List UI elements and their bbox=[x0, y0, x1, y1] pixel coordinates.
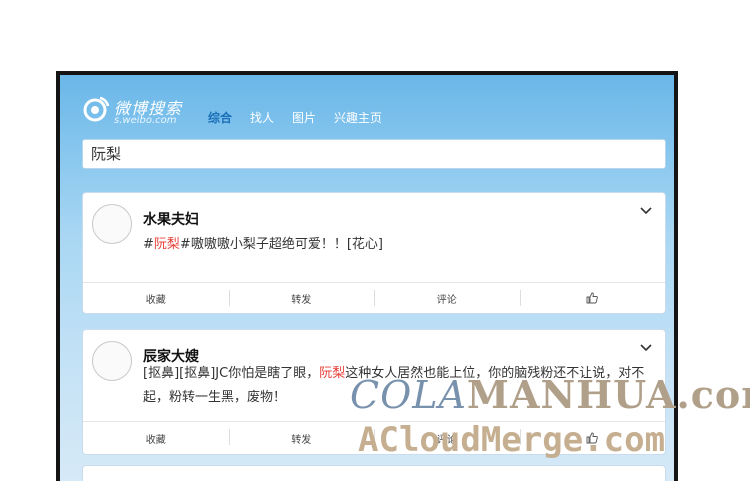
avatar[interactable] bbox=[92, 341, 132, 381]
watermark-acloudmerge: ACloudMerge.com bbox=[358, 420, 666, 460]
chevron-down-icon[interactable] bbox=[639, 340, 653, 354]
chevron-down-icon[interactable] bbox=[639, 203, 653, 217]
repost-button[interactable]: 转发 bbox=[228, 422, 375, 454]
watermark-colamanhua: COLAMANHUA.com bbox=[350, 372, 750, 417]
post-author[interactable]: 水果夫妇 bbox=[143, 209, 199, 229]
like-button[interactable] bbox=[519, 283, 666, 313]
post-content: #阮梨#嗷嗷嗷小梨子超绝可爱！！[花心] bbox=[143, 233, 648, 257]
comment-button[interactable]: 评论 bbox=[374, 283, 520, 313]
tab-find-people[interactable]: 找人 bbox=[250, 109, 274, 126]
logo-url: s.weibo.com bbox=[114, 115, 177, 126]
tab-interest-pages[interactable]: 兴趣主页 bbox=[334, 109, 382, 126]
weibo-eye-logo-icon bbox=[83, 96, 110, 122]
thumbs-up-icon bbox=[586, 292, 599, 304]
repost-button[interactable]: 转发 bbox=[228, 283, 375, 313]
tab-images[interactable]: 图片 bbox=[292, 109, 316, 126]
post-text-segment: #嗷嗷嗷小梨子超绝可爱！！[花心] bbox=[179, 237, 383, 252]
tab-comprehensive[interactable]: 综合 bbox=[208, 109, 232, 126]
keyword-highlight[interactable]: 阮梨 bbox=[319, 366, 345, 381]
weibo-search-logo[interactable]: 微博搜索 s.weibo.com bbox=[82, 93, 192, 129]
avatar[interactable] bbox=[92, 204, 132, 244]
collect-button[interactable]: 收藏 bbox=[83, 422, 229, 454]
weibo-post-card: 水果夫妇 #阮梨#嗷嗷嗷小梨子超绝可爱！！[花心] 收藏 转发 评论 bbox=[82, 192, 666, 314]
collect-button[interactable]: 收藏 bbox=[83, 283, 229, 313]
search-header: 微博搜索 s.weibo.com 综合 找人 图片 兴趣主页 bbox=[60, 75, 674, 135]
search-input[interactable]: 阮梨 bbox=[82, 139, 666, 169]
post-actions: 收藏 转发 评论 bbox=[83, 282, 665, 313]
post-text-segment: [抠鼻][抠鼻]JC你怕是瞎了眼， bbox=[143, 366, 320, 381]
weibo-post-card-partial bbox=[82, 465, 666, 481]
search-nav: 综合 找人 图片 兴趣主页 bbox=[208, 109, 382, 126]
keyword-highlight[interactable]: 阮梨 bbox=[154, 237, 180, 252]
post-text-segment: # bbox=[143, 237, 154, 252]
